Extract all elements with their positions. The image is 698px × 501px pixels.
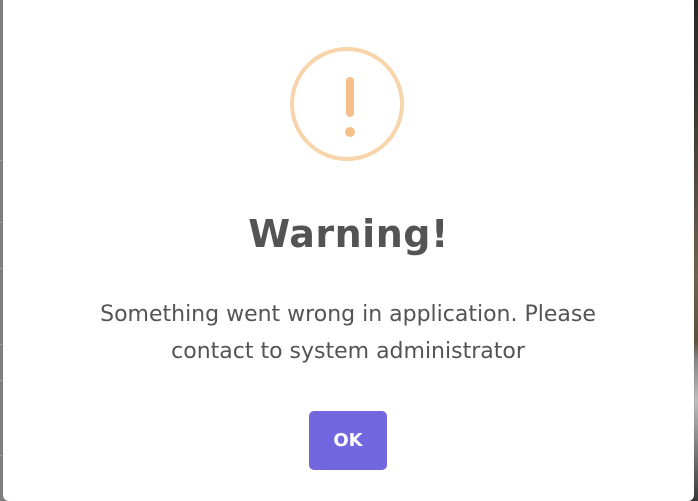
- warning-dialog: Warning! Something went wrong in applica…: [3, 0, 694, 501]
- dialog-message: Something went wrong in application. Ple…: [100, 302, 596, 364]
- warning-icon: [290, 47, 404, 161]
- warning-icon-dot: [345, 127, 355, 137]
- dialog-title: Warning!: [248, 212, 449, 256]
- warning-icon-bar: [346, 77, 354, 117]
- ok-button[interactable]: OK: [309, 411, 387, 470]
